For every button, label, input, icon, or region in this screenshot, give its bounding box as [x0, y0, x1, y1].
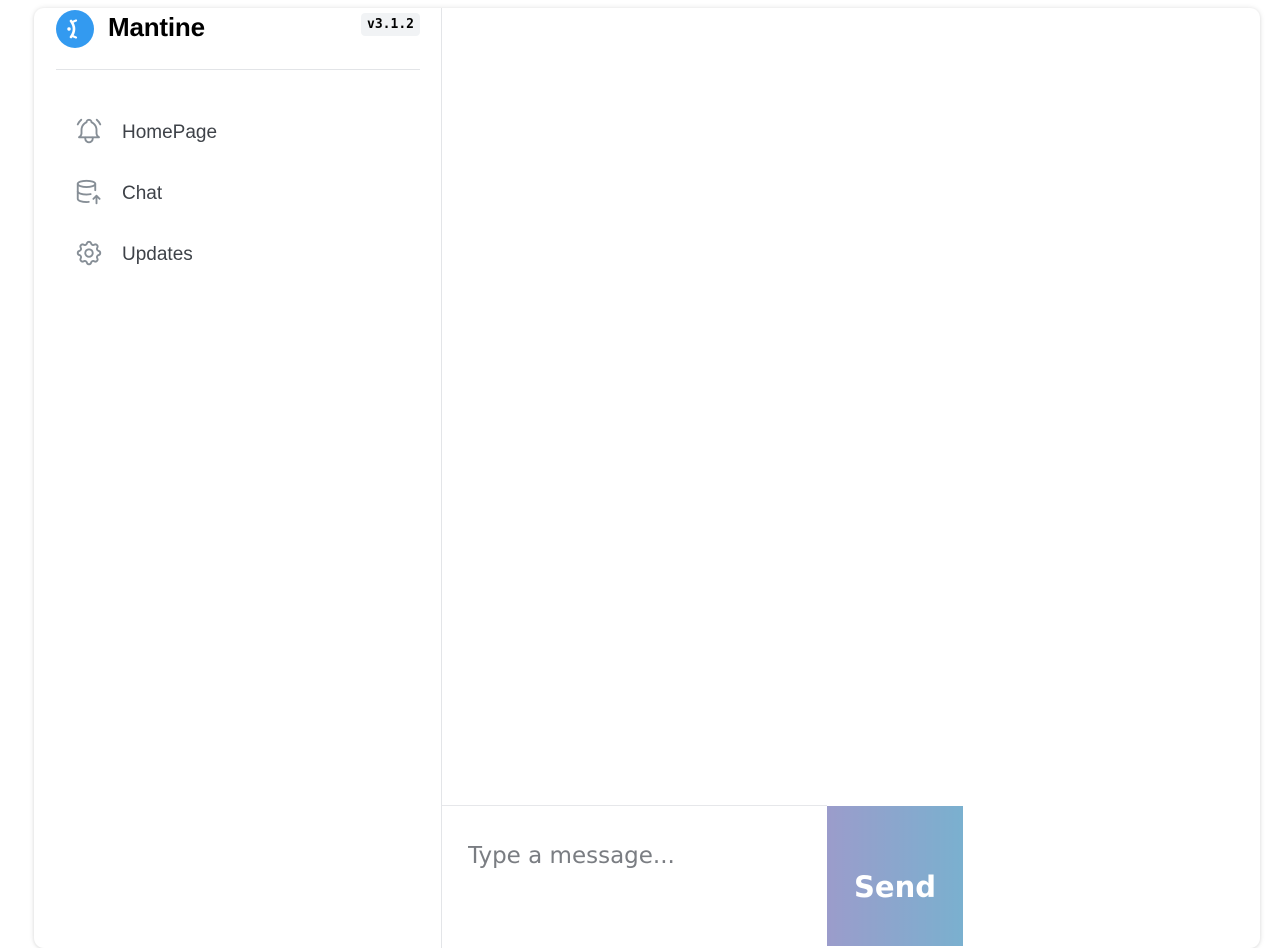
message-composer	[442, 805, 827, 945]
sidebar-item-label: HomePage	[122, 122, 218, 143]
mantine-logo-icon[interactable]	[56, 10, 94, 48]
sidebar: Mantine v3.1.2 HomePage Chat Updates	[34, 8, 442, 948]
brand-name: Mantine	[108, 12, 205, 42]
brand-header: Mantine v3.1.2	[56, 8, 420, 70]
chat-area: Send	[442, 8, 1260, 948]
sidebar-item-label: Chat	[122, 183, 163, 204]
bell-ringing-icon	[74, 116, 104, 146]
sidebar-item-label: Updates	[122, 244, 193, 265]
database-import-icon	[74, 177, 104, 207]
send-button[interactable]: Send	[827, 806, 963, 946]
send-button-label: Send	[854, 870, 936, 904]
version-badge: v3.1.2	[361, 13, 420, 36]
app-window: Mantine v3.1.2 HomePage Chat Updates Typ…	[34, 8, 1260, 948]
settings-gear-icon	[74, 238, 104, 268]
message-input[interactable]	[442, 806, 826, 906]
